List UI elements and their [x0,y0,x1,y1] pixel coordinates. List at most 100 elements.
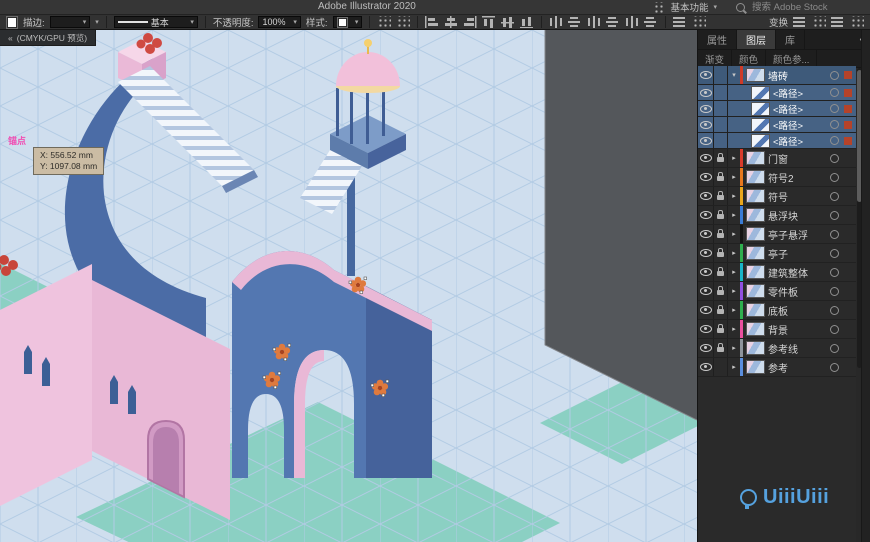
layer-thumbnail[interactable] [746,68,765,82]
layer-row[interactable]: ▸ 符号 [698,187,856,206]
layer-thumbnail[interactable] [751,101,770,116]
layer-thumbnail[interactable] [746,151,765,165]
layer-row[interactable]: ▾ 墙砖 [698,66,856,85]
layer-row-path[interactable]: <路径> [698,85,856,101]
visibility-toggle[interactable] [698,301,714,319]
chevron-right-icon[interactable]: ▸ [728,187,740,205]
visibility-toggle[interactable] [698,206,714,224]
workspace-label[interactable]: 基本功能 [670,0,708,14]
distribute-top-icon[interactable] [644,16,659,28]
visibility-toggle[interactable] [698,320,714,338]
chevron-right-icon[interactable]: ▸ [728,339,740,357]
layer-name[interactable]: 悬浮块 [768,208,830,223]
search-icon[interactable] [736,2,745,12]
document-tab[interactable]: « (CMYK/GPU 预览) [0,30,97,46]
layer-name[interactable]: 亭子 [768,246,830,261]
tab-properties[interactable]: 属性 [698,30,737,49]
target-circle-icon[interactable] [830,362,839,372]
layer-name[interactable]: 墙砖 [768,68,830,83]
lock-toggle[interactable] [714,282,728,300]
target-circle-icon[interactable] [830,229,839,239]
recolor-artwork-icon[interactable] [377,16,392,28]
align-options-icon[interactable] [672,16,687,28]
chevron-right-icon[interactable]: ▸ [728,225,740,243]
layer-thumbnail[interactable] [746,227,765,241]
align-bottom-icon[interactable] [520,16,535,28]
layer-row[interactable]: ▸ 亭子悬浮 [698,225,856,244]
layer-name[interactable]: 参考 [768,360,830,375]
target-circle-icon[interactable] [830,267,839,277]
lock-toggle[interactable] [714,133,728,148]
layer-row[interactable]: ▸ 零件板 [698,282,856,301]
artwork-canvas[interactable] [0,30,698,542]
layer-row[interactable]: ▸ 参考 [698,358,856,377]
transform-label[interactable]: 变换 [769,15,788,29]
lock-toggle[interactable] [714,244,728,262]
layer-thumbnail[interactable] [751,133,770,148]
layer-name[interactable]: 建筑整体 [768,265,830,280]
layer-row[interactable]: ▸ 建筑整体 [698,263,856,282]
layer-row-path[interactable]: <路径> [698,117,856,133]
chevron-right-icon[interactable]: ▸ [728,282,740,300]
layer-name[interactable]: <路径> [773,102,830,116]
document-canvas[interactable]: « (CMYK/GPU 预览) 锚点 X: 556.52 mm Y: 1097.… [0,30,698,542]
chevron-right-icon[interactable]: ▸ [728,149,740,167]
chevron-right-icon[interactable]: ▸ [728,301,740,319]
lock-toggle[interactable] [714,117,728,132]
layer-row[interactable]: ▸ 底板 [698,301,856,320]
target-circle-icon[interactable] [830,136,839,145]
tab-layers[interactable]: 图层 [737,30,776,49]
visibility-toggle[interactable] [698,225,714,243]
target-circle-icon[interactable] [830,286,839,296]
lock-toggle[interactable] [714,168,728,186]
layer-thumbnail[interactable] [746,284,765,298]
layer-thumbnail[interactable] [751,117,770,132]
chevron-right-icon[interactable]: ▸ [728,206,740,224]
align-right-icon[interactable] [463,16,478,28]
target-circle-icon[interactable] [830,191,839,201]
layer-thumbnail[interactable] [746,189,765,203]
layer-name[interactable]: 背景 [768,322,830,337]
layer-name[interactable]: 底板 [768,303,830,318]
layer-thumbnail[interactable] [751,85,770,100]
visibility-toggle[interactable] [698,149,714,167]
visibility-toggle[interactable] [698,263,714,281]
transform-options-icon[interactable] [792,16,807,28]
target-circle-icon[interactable] [830,324,839,334]
graphic-style-combo[interactable]: ▾ [332,16,363,28]
target-circle-icon[interactable] [830,88,839,97]
brush-definition-combo[interactable]: 基本 ▾ [113,16,198,28]
layer-name[interactable]: <路径> [773,86,830,100]
tab-overflow-icon[interactable]: « [8,33,13,43]
lock-toggle[interactable] [714,358,728,376]
visibility-toggle[interactable] [698,187,714,205]
layer-row[interactable]: ▸ 亭子 [698,244,856,263]
lock-toggle[interactable] [714,320,728,338]
visibility-toggle[interactable] [698,117,714,132]
distribute-horizontal-icon[interactable] [549,16,564,28]
chevron-right-icon[interactable]: ▸ [728,263,740,281]
chevron-right-icon[interactable]: ▸ [728,320,740,338]
lock-toggle[interactable] [714,339,728,357]
chevron-right-icon[interactable]: ▸ [728,244,740,262]
visibility-toggle[interactable] [698,133,714,148]
target-circle-icon[interactable] [830,343,839,353]
visibility-toggle[interactable] [698,358,714,376]
lock-toggle[interactable] [714,206,728,224]
layer-thumbnail[interactable] [746,322,765,336]
distribute-left-icon[interactable] [625,16,640,28]
stroke-weight-combo[interactable]: ▾ [49,16,91,28]
stroke-options-caret-icon[interactable]: ▾ [95,19,99,26]
distribute-spacing-v-icon[interactable] [606,16,621,28]
layer-name[interactable]: <路径> [773,134,830,148]
reference-point-icon[interactable] [811,16,826,28]
visibility-toggle[interactable] [698,101,714,116]
visibility-toggle[interactable] [698,168,714,186]
workspace-switcher-icon[interactable] [653,1,666,13]
layer-name[interactable]: 零件板 [768,284,830,299]
visibility-toggle[interactable] [698,244,714,262]
distribute-spacing-icon[interactable] [587,16,602,28]
layer-thumbnail[interactable] [746,265,765,279]
target-circle-icon[interactable] [830,70,839,80]
layer-row[interactable]: ▸ 参考线 [698,339,856,358]
